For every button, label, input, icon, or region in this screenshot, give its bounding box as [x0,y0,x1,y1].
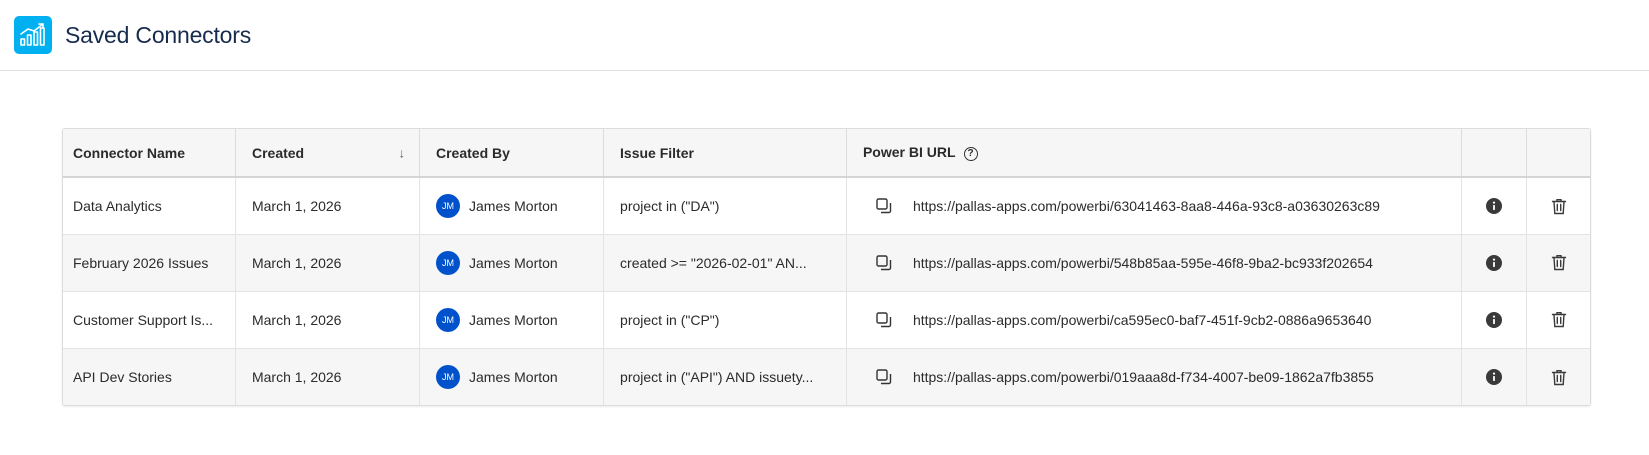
created-by-cell: JM James Morton [419,291,605,349]
avatar: JM [436,364,460,389]
copy-icon[interactable] [875,311,893,329]
created-cell: March 1, 2026 [235,348,421,405]
col-header-created[interactable]: Created ↓ [235,129,421,178]
table-row: Data Analytics March 1, 2026 JM James Mo… [63,177,1590,235]
info-cell [1461,348,1528,405]
info-icon[interactable] [1486,369,1503,386]
avatar: JM [436,250,460,275]
created-by-cell: JM James Morton [419,234,605,292]
trash-icon[interactable] [1551,254,1567,271]
table-row: February 2026 Issues March 1, 2026 JM Ja… [63,234,1590,292]
info-cell [1461,177,1528,235]
connector-name-cell[interactable]: Data Analytics [63,177,236,235]
col-header-power-bi-url[interactable]: Power BI URL? [846,129,1463,178]
power-bi-url[interactable]: https://pallas-apps.com/powerbi/019aaa8d… [913,369,1374,385]
issue-filter-cell: created >= "2026-02-01" AN... [603,234,847,292]
created-by-cell: JM James Morton [419,177,605,235]
trash-icon[interactable] [1551,198,1567,215]
connector-name-cell[interactable]: API Dev Stories [63,348,236,405]
avatar: JM [436,193,460,218]
delete-cell [1526,177,1590,235]
connector-name-cell[interactable]: February 2026 Issues [63,234,236,292]
issue-filter-cell: project in ("CP") [603,291,847,349]
power-bi-url[interactable]: https://pallas-apps.com/powerbi/548b85aa… [913,255,1373,271]
page-title: Saved Connectors [65,21,252,48]
copy-icon[interactable] [875,254,893,272]
col-header-connector-name[interactable]: Connector Name [63,129,236,178]
info-cell [1461,291,1528,349]
power-bi-url-cell: https://pallas-apps.com/powerbi/ca595ec0… [846,291,1463,349]
info-icon[interactable] [1486,312,1503,329]
info-icon[interactable] [1486,198,1503,215]
created-cell: March 1, 2026 [235,234,421,292]
user-name: James Morton [469,368,558,385]
power-bi-url[interactable]: https://pallas-apps.com/powerbi/ca595ec0… [913,312,1371,328]
table-header-row: Connector Name Created ↓ Created By Issu… [63,129,1590,178]
power-bi-url-cell: https://pallas-apps.com/powerbi/019aaa8d… [846,348,1463,405]
sort-descending-icon[interactable]: ↓ [399,145,406,160]
user-name: James Morton [469,254,558,271]
copy-icon[interactable] [875,368,893,386]
power-bi-url-cell: https://pallas-apps.com/powerbi/548b85aa… [846,234,1463,292]
created-cell: March 1, 2026 [235,291,421,349]
power-bi-url[interactable]: https://pallas-apps.com/powerbi/63041463… [913,198,1380,214]
connectors-table: Connector Name Created ↓ Created By Issu… [62,128,1591,406]
power-bi-url-cell: https://pallas-apps.com/powerbi/63041463… [846,177,1463,235]
col-header-delete [1526,129,1590,178]
created-by-cell: JM James Morton [419,348,605,405]
table-row: API Dev Stories March 1, 2026 JM James M… [63,348,1590,405]
chart-icon [14,16,52,54]
col-header-info [1461,129,1528,178]
col-header-created-by[interactable]: Created By [419,129,605,178]
col-header-issue-filter[interactable]: Issue Filter [603,129,847,178]
connector-name-cell[interactable]: Customer Support Is... [63,291,236,349]
trash-icon[interactable] [1551,311,1567,328]
info-icon[interactable] [1486,255,1503,272]
created-cell: March 1, 2026 [235,177,421,235]
user-name: James Morton [469,197,558,214]
trash-icon[interactable] [1551,369,1567,386]
avatar: JM [436,307,460,332]
copy-icon[interactable] [875,197,893,215]
delete-cell [1526,291,1590,349]
issue-filter-cell: project in ("API") AND issuety... [603,348,847,405]
delete-cell [1526,234,1590,292]
help-icon[interactable]: ? [963,146,978,161]
page-header: Saved Connectors [0,0,1649,71]
table-row: Customer Support Is... March 1, 2026 JM … [63,291,1590,349]
info-cell [1461,234,1528,292]
user-name: James Morton [469,311,558,328]
issue-filter-cell: project in ("DA") [603,177,847,235]
delete-cell [1526,348,1590,405]
